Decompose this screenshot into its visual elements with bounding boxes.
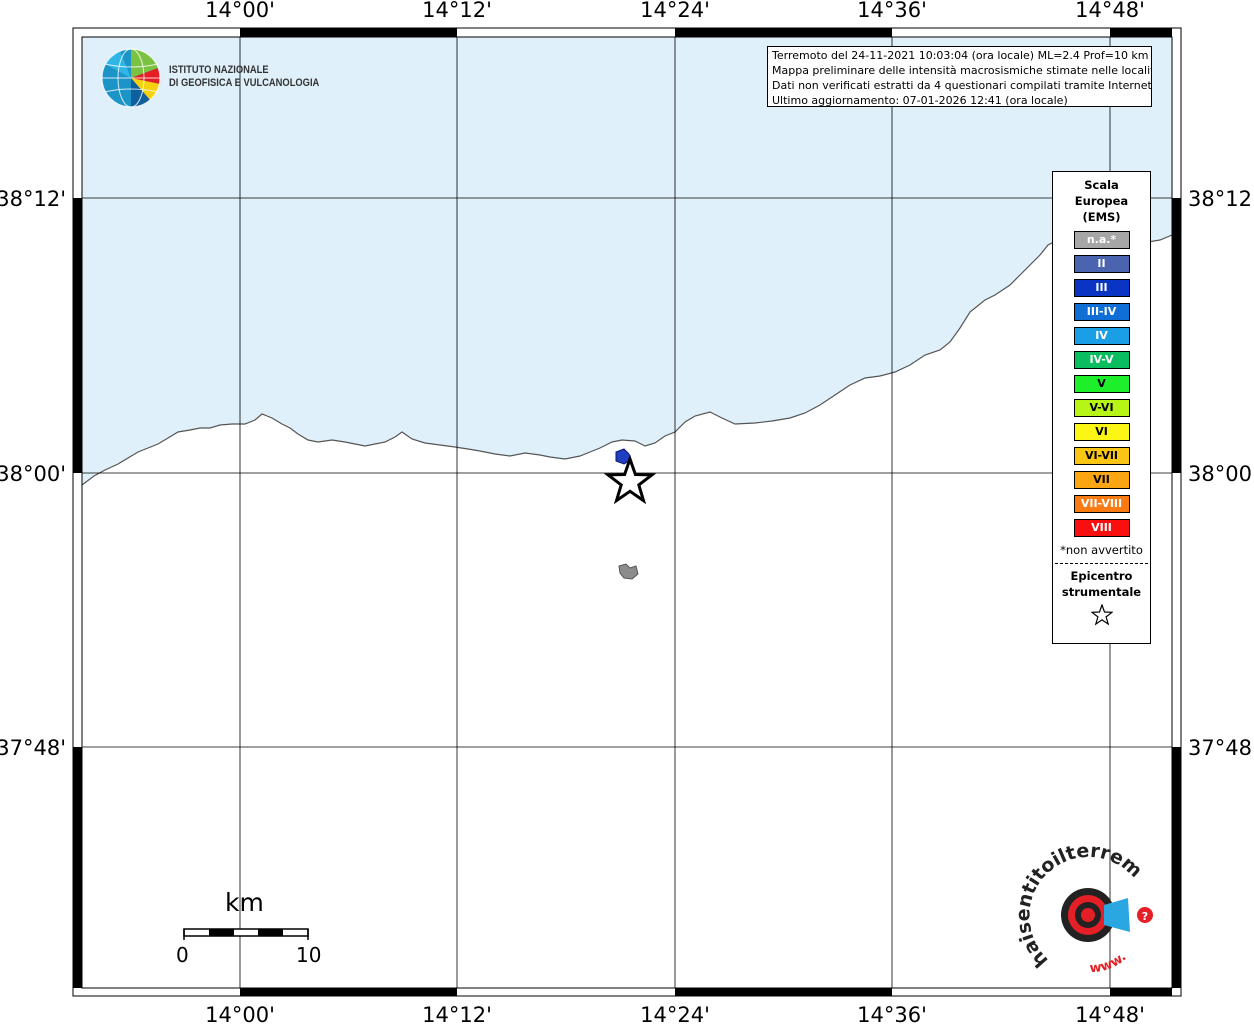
legend-title-line3: (EMS) — [1082, 210, 1121, 224]
lat-label-left-3: 37°48' — [0, 736, 66, 760]
scale-unit-label: km — [225, 888, 264, 917]
legend-item-iv: IV — [1073, 327, 1130, 345]
legend-item-ii: II — [1073, 255, 1130, 273]
lon-label-bottom-1: 14°00' — [205, 1003, 275, 1024]
legend-item-viii: VIII — [1073, 519, 1130, 537]
legend-epicenter-line1: Epicentro — [1070, 569, 1133, 583]
legend-epicenter-label: Epicentro strumentale — [1053, 568, 1150, 600]
svg-text:?: ? — [1142, 910, 1148, 923]
legend-items: n.a.* II III III-IV IV IV-V V V-VI VI VI… — [1053, 231, 1150, 537]
scale-start-label: 0 — [176, 943, 189, 967]
legend-item-iii: III — [1073, 279, 1130, 297]
lat-label-right-1: 38°12' — [1188, 187, 1254, 211]
epicenter-star-icon[interactable] — [603, 454, 657, 505]
lat-label-right-2: 38°00' — [1188, 462, 1254, 486]
legend-title: Scala Europea (EMS) — [1053, 177, 1150, 225]
legend-item-vi-vii: VI-VII — [1073, 447, 1130, 465]
ingv-line2: DI GEOFISICA E VULCANOLOGIA — [169, 77, 320, 89]
locality-not-felt[interactable] — [618, 563, 639, 580]
lon-label-top-1: 14°00' — [205, 0, 275, 22]
lat-labels-left: 38°12' 38°00' 37°48' — [0, 187, 66, 760]
ingv-logo-text: ISTITUTO NAZIONALE DI GEOFISICA E VULCAN… — [169, 64, 319, 90]
legend-item-vi: VI — [1073, 423, 1130, 441]
lon-labels-bottom: 14°00' 14°12' 14°24' 14°36' 14°48' — [205, 1003, 1145, 1024]
legend-item-v: V — [1073, 375, 1130, 393]
event-info-box: Terremoto del 24-11-2021 10:03:04 (ora l… — [767, 46, 1152, 107]
lat-label-right-3: 37°48' — [1188, 736, 1254, 760]
scale-end-label: 10 — [296, 943, 322, 967]
info-line-4: Ultimo aggiornamento: 07-01-2026 12:41 (… — [772, 94, 1068, 107]
legend-item-vii-viii: VII-VIII — [1073, 495, 1130, 513]
lon-label-bottom-2: 14°12' — [422, 1003, 492, 1024]
info-line-3: Dati non verificati estratti da 4 questi… — [772, 79, 1152, 92]
ingv-logo-icon — [101, 48, 161, 108]
legend-epicenter-line2: strumentale — [1061, 585, 1142, 599]
lon-labels-top: 14°00' 14°12' 14°24' 14°36' 14°48' — [205, 0, 1145, 22]
info-line-2: Mappa preliminare delle intensità macros… — [772, 64, 1152, 77]
lon-label-bottom-4: 14°36' — [857, 1003, 927, 1024]
lon-label-top-2: 14°12' — [422, 0, 492, 22]
legend-separator — [1055, 563, 1148, 564]
legend-item-vii: VII — [1073, 471, 1130, 489]
lat-label-left-1: 38°12' — [0, 187, 66, 211]
lon-label-top-3: 14°24' — [640, 0, 710, 22]
legend-note: *non avvertito — [1060, 543, 1143, 557]
lon-label-top-5: 14°48' — [1075, 0, 1145, 22]
lon-label-bottom-5: 14°48' — [1075, 1003, 1145, 1024]
lat-label-left-2: 38°00' — [0, 462, 66, 486]
ingv-line1: ISTITUTO NAZIONALE — [169, 64, 269, 76]
legend-item-na: n.a.* — [1073, 231, 1130, 249]
haisentito-www: www. — [1089, 950, 1129, 977]
lat-labels-right: 38°12' 38°00' 37°48' — [1188, 187, 1254, 760]
legend-item-v-vi: V-VI — [1073, 399, 1130, 417]
info-line-1: Terremoto del 24-11-2021 10:03:04 (ora l… — [772, 49, 1149, 62]
lon-label-bottom-3: 14°24' — [640, 1003, 710, 1024]
lon-label-top-4: 14°36' — [857, 0, 927, 22]
legend-star-icon — [1053, 603, 1150, 630]
legend-title-line2: Europea — [1074, 194, 1129, 208]
intensity-legend: Scala Europea (EMS) n.a.* II III III-IV … — [1052, 171, 1151, 644]
legend-item-iv-v: IV-V — [1073, 351, 1130, 369]
legend-item-iii-iv: III-IV — [1073, 303, 1130, 321]
legend-title-line1: Scala — [1084, 178, 1119, 192]
scale-bar — [183, 928, 309, 940]
